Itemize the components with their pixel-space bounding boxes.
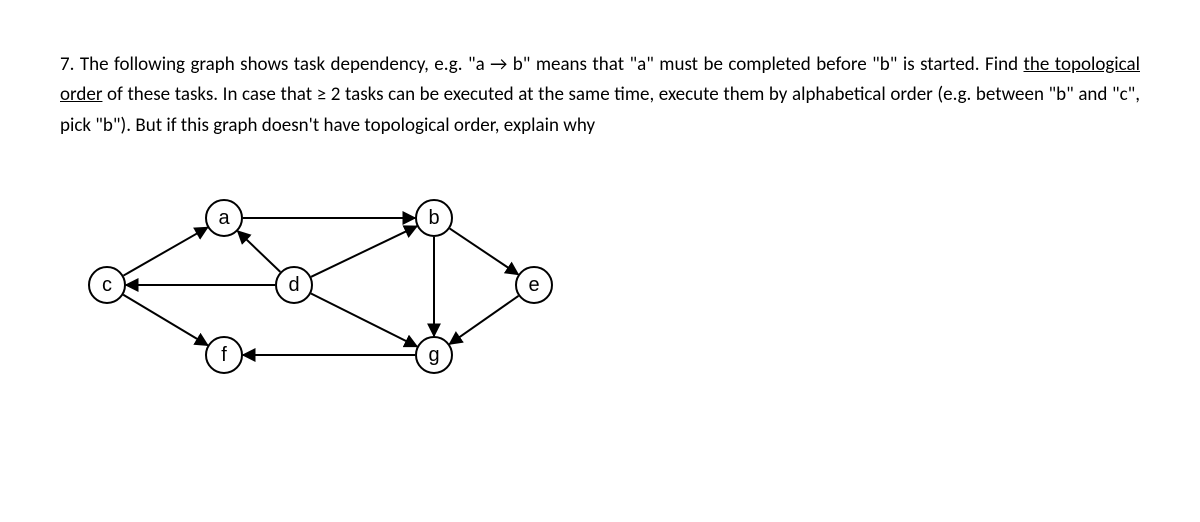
node-e: e (515, 266, 553, 304)
node-a-label: a (218, 202, 229, 234)
node-f: f (205, 336, 243, 374)
graph-edges (70, 181, 590, 421)
node-c-label: c (102, 269, 112, 301)
node-c: c (88, 266, 126, 304)
node-g: g (415, 336, 453, 374)
node-b-label: b (428, 202, 439, 234)
node-b: b (415, 199, 453, 237)
node-e-label: e (528, 269, 539, 301)
node-f-label: f (221, 339, 227, 371)
node-a: a (205, 199, 243, 237)
question-text-after: of these tasks. In case that ≥ 2 tasks c… (60, 83, 1140, 136)
node-g-label: g (428, 339, 439, 371)
question-paragraph: 7. The following graph shows task depend… (60, 50, 1140, 141)
question-text-before: The following graph shows task dependenc… (80, 53, 1024, 76)
dependency-graph: c a f d b g e (70, 181, 590, 421)
question-number: 7. (60, 53, 74, 76)
node-d-label: d (288, 269, 299, 301)
node-d: d (275, 266, 313, 304)
